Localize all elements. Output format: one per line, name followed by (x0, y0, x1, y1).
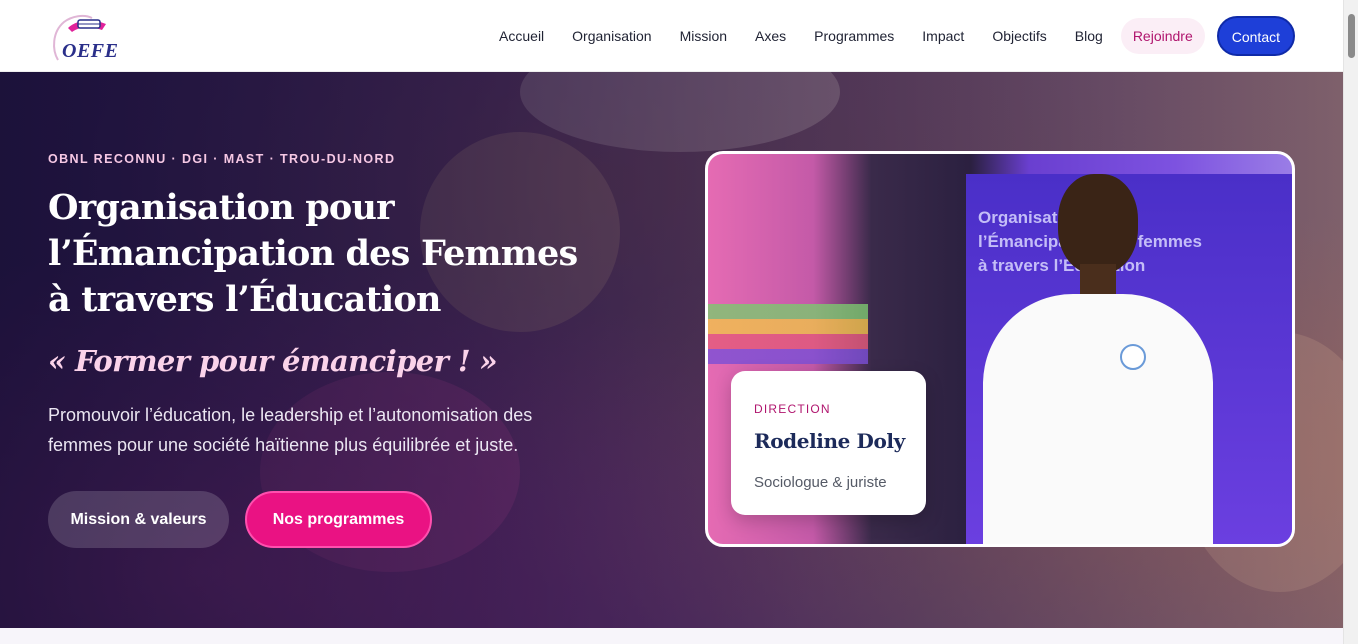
page-bottom-strip (0, 628, 1343, 644)
director-role: DIRECTION (754, 402, 831, 416)
logo[interactable]: OEFE (48, 10, 118, 66)
director-card: DIRECTION Rodeline Doly Sociologue & jur… (731, 371, 926, 515)
nav-axes[interactable]: Axes (741, 16, 800, 56)
hero-eyebrow: OBNL RECONNU · DGI · MAST · TROU-DU-NORD (48, 152, 396, 166)
nav-organisation[interactable]: Organisation (558, 16, 665, 56)
nav-mission[interactable]: Mission (666, 16, 741, 56)
join-button[interactable]: Rejoindre (1120, 18, 1205, 54)
shirt-badge-icon (1120, 344, 1146, 370)
programs-button[interactable]: Nos programmes (245, 491, 432, 548)
director-subtitle: Sociologue & juriste (754, 474, 887, 491)
photo-background-stripes (708, 304, 868, 364)
person-shirt (983, 294, 1213, 544)
scrollbar-thumb[interactable] (1348, 14, 1355, 58)
nav-blog[interactable]: Blog (1061, 16, 1117, 56)
nav-impact[interactable]: Impact (908, 16, 978, 56)
person-head (1058, 174, 1138, 274)
hero-section: OBNL RECONNU · DGI · MAST · TROU-DU-NORD… (0, 72, 1343, 628)
hero-title: Organisation pour l’Émancipation des Fem… (48, 187, 578, 320)
director-name: Rodeline Doly (754, 429, 905, 453)
nav-programmes[interactable]: Programmes (800, 16, 908, 56)
hero-tagline: « Former pour émanciper ! » (48, 344, 498, 378)
main-nav: Accueil Organisation Mission Axes Progra… (485, 16, 1295, 56)
scrollbar[interactable] (1343, 0, 1358, 644)
nav-accueil[interactable]: Accueil (485, 16, 558, 56)
logo-text: OEFE (62, 40, 119, 62)
mission-values-button[interactable]: Mission & valeurs (48, 491, 229, 548)
contact-button[interactable]: Contact (1216, 16, 1295, 56)
hero-description: Promouvoir l’éducation, le leadership et… (48, 405, 533, 455)
nav-objectifs[interactable]: Objectifs (978, 16, 1060, 56)
site-header: OEFE Accueil Organisation Mission Axes P… (0, 0, 1343, 72)
